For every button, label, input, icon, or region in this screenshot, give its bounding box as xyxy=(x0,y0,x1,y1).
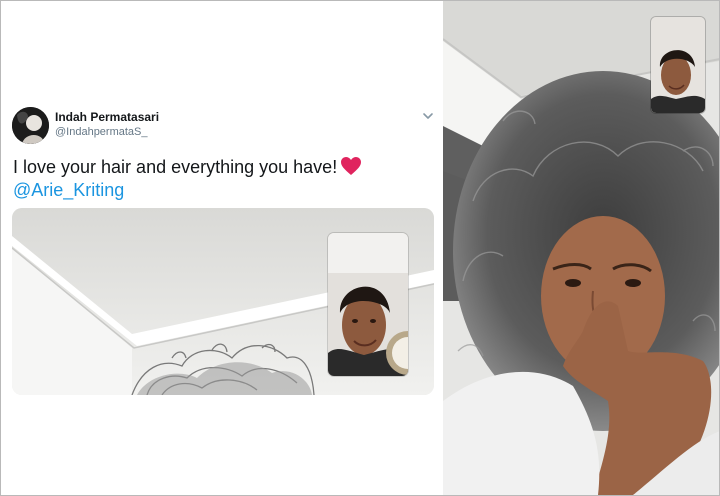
mention-link[interactable]: @Arie_Kriting xyxy=(13,178,124,202)
chevron-down-icon[interactable] xyxy=(421,109,435,121)
heart-icon xyxy=(340,156,362,176)
video-call-pip xyxy=(328,233,408,376)
user-name[interactable]: Indah Permatasari xyxy=(55,110,159,124)
profile-avatar[interactable] xyxy=(12,107,49,144)
tweet-text: I love your hair and everything you have… xyxy=(13,155,362,179)
screenshot-frame: Indah Permatasari @IndahpermataS_ I love… xyxy=(0,0,720,496)
user-handle[interactable]: @IndahpermataS_ xyxy=(55,126,148,138)
tweet-card: Indah Permatasari @IndahpermataS_ I love… xyxy=(1,1,443,495)
video-call-pip-small xyxy=(651,17,705,113)
tweet-body: I love your hair and everything you have… xyxy=(13,157,338,177)
